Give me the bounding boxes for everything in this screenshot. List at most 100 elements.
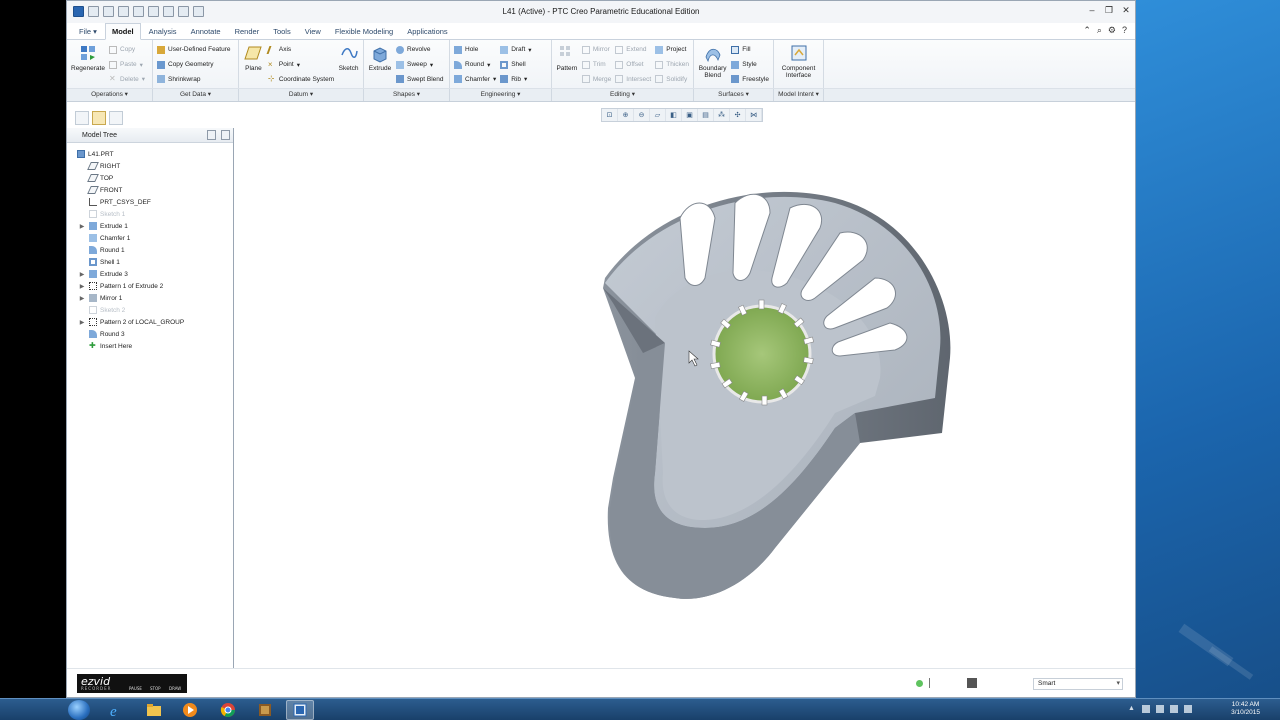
media-player-icon[interactable]: [176, 700, 204, 720]
tab-model[interactable]: Model: [104, 23, 141, 40]
settings-icon[interactable]: ⚙: [1108, 25, 1116, 36]
tree-item[interactable]: Round 3: [67, 328, 233, 340]
favorites-tab-icon[interactable]: [109, 111, 123, 125]
tree-item[interactable]: Sketch 1: [67, 208, 233, 220]
tree-settings-icon[interactable]: [207, 130, 216, 140]
chamfer-button[interactable]: Chamfer ▾: [454, 73, 496, 85]
internet-explorer-icon[interactable]: e: [102, 700, 130, 720]
tab-applications[interactable]: Applications: [401, 24, 453, 39]
style-button[interactable]: Style: [731, 59, 769, 71]
plane-button[interactable]: Plane: [243, 43, 264, 85]
tab-flexible-modeling[interactable]: Flexible Modeling: [329, 24, 399, 39]
hole-button[interactable]: Hole: [454, 44, 496, 56]
sweep-button[interactable]: Sweep ▾: [396, 59, 444, 71]
pattern-button[interactable]: Pattern: [556, 43, 578, 85]
clock[interactable]: 10:42 AM 3/10/2015: [1231, 701, 1260, 717]
expand-arrow-icon[interactable]: ▶: [79, 295, 85, 302]
datum-display-icon[interactable]: ⁂: [714, 109, 730, 121]
component-interface-button[interactable]: Component Interface: [778, 43, 819, 85]
expand-arrow-icon[interactable]: ▶: [79, 283, 85, 290]
surfaces-label[interactable]: Surfaces ▾: [694, 89, 774, 101]
tree-item[interactable]: ▶ Pattern 2 of LOCAL_GROUP: [67, 316, 233, 328]
file-explorer-icon[interactable]: [140, 700, 168, 720]
saved-orientations-icon[interactable]: ▣: [682, 109, 698, 121]
help-icon[interactable]: ?: [1122, 25, 1127, 36]
copy-geometry-button[interactable]: Copy Geometry: [157, 59, 231, 71]
project-button[interactable]: Project: [655, 44, 689, 56]
rib-button[interactable]: Rib ▾: [500, 73, 531, 85]
axis-button[interactable]: Axis: [266, 44, 334, 56]
editing-label[interactable]: Editing ▾: [552, 89, 694, 101]
extend-button[interactable]: Extend: [615, 44, 651, 56]
repaint-icon[interactable]: ▱: [650, 109, 666, 121]
show-menu-icon[interactable]: [221, 130, 230, 140]
minimize-icon[interactable]: –: [1087, 5, 1097, 16]
spin-center-icon[interactable]: ✣: [730, 109, 746, 121]
coordinate-system-button[interactable]: ⊹ Coordinate System: [268, 73, 334, 85]
zoom-out-icon[interactable]: ⊖: [634, 109, 650, 121]
tree-item[interactable]: ✚ Insert Here: [67, 340, 233, 352]
display-tray-icon[interactable]: [1184, 705, 1192, 713]
swept-blend-button[interactable]: Swept Blend: [396, 73, 444, 85]
ezvid-draw-button[interactable]: DRAW: [169, 686, 181, 691]
display-style-icon[interactable]: ◧: [666, 109, 682, 121]
sketch-button[interactable]: Sketch: [338, 43, 359, 85]
tree-item[interactable]: ▶ Pattern 1 of Extrude 2: [67, 280, 233, 292]
ezvid-taskbar-icon[interactable]: [251, 700, 279, 720]
regenerate-button[interactable]: Regenerate: [71, 43, 105, 85]
maximize-icon[interactable]: ❐: [1104, 5, 1114, 16]
trim-button[interactable]: Trim: [581, 59, 611, 71]
annotation-display-icon[interactable]: ⋈: [746, 109, 762, 121]
get-data-label[interactable]: Get Data ▾: [153, 89, 239, 101]
delete-button[interactable]: ✕ Delete ▾: [109, 73, 145, 85]
point-button[interactable]: × Point ▾: [268, 59, 334, 71]
merge-button[interactable]: Merge: [581, 73, 611, 85]
zoom-in-icon[interactable]: ⊕: [618, 109, 634, 121]
start-button[interactable]: [68, 700, 90, 720]
tree-item[interactable]: Sketch 2: [67, 304, 233, 316]
offset-button[interactable]: Offset: [615, 59, 651, 71]
expand-arrow-icon[interactable]: ▶: [79, 223, 85, 230]
tree-item[interactable]: Round 1: [67, 244, 233, 256]
paste-button[interactable]: Paste ▾: [109, 59, 145, 71]
network-tray-icon[interactable]: [1156, 705, 1164, 713]
expand-arrow-icon[interactable]: ▶: [79, 271, 85, 278]
shell-button[interactable]: Shell: [500, 59, 531, 71]
tree-item[interactable]: L41.PRT: [67, 148, 233, 160]
tab-file[interactable]: File ▾: [73, 24, 103, 39]
tree-item[interactable]: ▶ Mirror 1: [67, 292, 233, 304]
tree-item[interactable]: Shell 1: [67, 256, 233, 268]
selection-filter-dropdown[interactable]: Smart: [1033, 678, 1123, 690]
folder-browser-tab-icon[interactable]: [92, 111, 106, 125]
tree-item[interactable]: RIGHT: [67, 160, 233, 172]
view-manager-icon[interactable]: ▤: [698, 109, 714, 121]
tree-item[interactable]: FRONT: [67, 184, 233, 196]
volume-tray-icon[interactable]: [1170, 705, 1178, 713]
tree-item[interactable]: TOP: [67, 172, 233, 184]
tab-render[interactable]: Render: [229, 24, 266, 39]
tray-arrow-icon[interactable]: ▲: [1128, 705, 1136, 713]
shrinkwrap-button[interactable]: Shrinkwrap: [157, 73, 231, 85]
revolve-button[interactable]: Revolve: [396, 44, 444, 56]
boundary-blend-button[interactable]: Boundary Blend: [698, 43, 727, 85]
engineering-label[interactable]: Engineering ▾: [450, 89, 552, 101]
find-icon[interactable]: [967, 678, 977, 688]
operations-label[interactable]: Operations ▾: [67, 89, 153, 101]
tab-annotate[interactable]: Annotate: [185, 24, 227, 39]
search-icon[interactable]: ⌕: [1097, 25, 1102, 36]
draft-button[interactable]: Draft ▾: [500, 44, 532, 56]
shapes-label[interactable]: Shapes ▾: [364, 89, 450, 101]
tab-analysis[interactable]: Analysis: [143, 24, 183, 39]
chrome-icon[interactable]: [214, 700, 242, 720]
ezvid-stop-button[interactable]: STOP: [150, 686, 161, 691]
message-flag-icon[interactable]: [929, 678, 939, 688]
model-intent-label[interactable]: Model Intent ▾: [774, 89, 824, 101]
3d-model-view[interactable]: [235, 128, 1135, 669]
round-button[interactable]: Round ▾: [454, 59, 496, 71]
graphics-area[interactable]: [235, 128, 1135, 669]
close-icon[interactable]: ✕: [1121, 5, 1131, 16]
mirror-button[interactable]: Mirror: [581, 44, 611, 56]
fill-button[interactable]: Fill: [731, 44, 769, 56]
collapse-ribbon-icon[interactable]: ⌃: [1083, 25, 1091, 36]
datum-label[interactable]: Datum ▾: [239, 89, 364, 101]
